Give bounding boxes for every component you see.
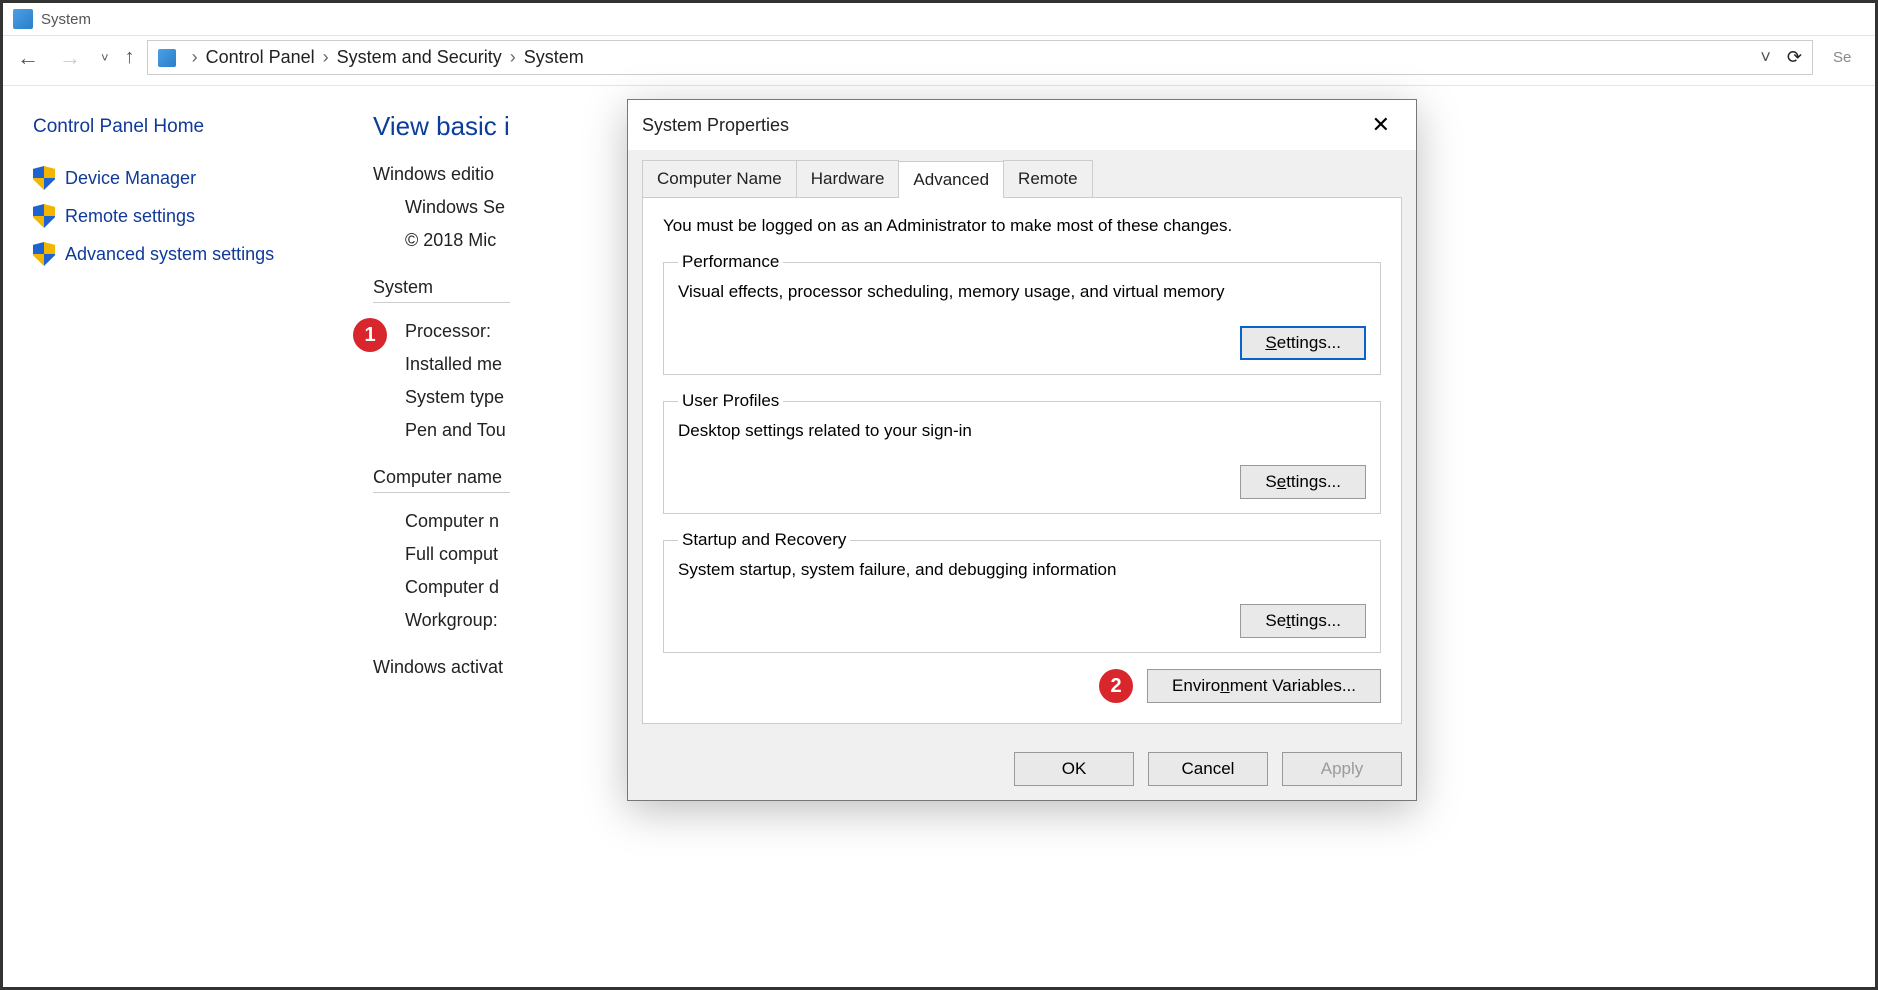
tab-computer-name[interactable]: Computer Name bbox=[642, 160, 797, 197]
dialog-title: System Properties bbox=[642, 115, 789, 136]
shield-icon bbox=[33, 204, 55, 228]
window-title: System bbox=[41, 11, 91, 28]
sidebar-item-device-manager[interactable]: Device Manager bbox=[33, 166, 343, 190]
main-panel: View basic i Windows editio Windows Se ©… bbox=[353, 86, 530, 715]
search-input[interactable]: Se bbox=[1825, 49, 1865, 66]
close-icon[interactable]: ✕ bbox=[1360, 110, 1402, 140]
user-profiles-desc: Desktop settings related to your sign-in bbox=[678, 421, 1366, 441]
refresh-icon[interactable]: ⟳ bbox=[1787, 47, 1802, 68]
dialog-titlebar: System Properties ✕ bbox=[628, 100, 1416, 150]
system-section-heading: System bbox=[373, 277, 510, 303]
shield-icon bbox=[33, 242, 55, 266]
up-arrow-icon[interactable]: ↑ bbox=[125, 46, 135, 69]
copyright-value: © 2018 Mic bbox=[405, 230, 510, 251]
dropdown-chevron-icon[interactable]: ˅ bbox=[1760, 47, 1771, 68]
edition-value: Windows Se bbox=[405, 197, 510, 218]
user-profiles-group: User Profiles Desktop settings related t… bbox=[663, 391, 1381, 514]
breadcrumb-item[interactable]: System and Security bbox=[337, 47, 502, 68]
user-profiles-legend: User Profiles bbox=[678, 391, 783, 411]
sidebar: Control Panel Home Device Manager Remote… bbox=[3, 86, 353, 715]
compname-row: Full comput bbox=[405, 544, 510, 565]
toolbar: ← → ˅ ↑ › Control Panel › System and Sec… bbox=[3, 36, 1875, 86]
performance-legend: Performance bbox=[678, 252, 783, 272]
startup-recovery-legend: Startup and Recovery bbox=[678, 530, 850, 550]
activation-label: Windows activat bbox=[373, 657, 510, 678]
admin-note: You must be logged on as an Administrato… bbox=[663, 216, 1381, 236]
back-arrow-icon[interactable]: ← bbox=[13, 45, 43, 71]
user-profiles-settings-button[interactable]: Settings... bbox=[1240, 465, 1366, 499]
ok-button[interactable]: OK bbox=[1014, 752, 1134, 786]
compname-row: Computer d bbox=[405, 577, 510, 598]
history-chevron-icon[interactable]: ˅ bbox=[97, 50, 113, 65]
page-heading: View basic i bbox=[373, 111, 510, 142]
sidebar-item-label: Device Manager bbox=[65, 168, 196, 189]
sidebar-item-remote-settings[interactable]: Remote settings bbox=[33, 204, 343, 228]
tab-hardware[interactable]: Hardware bbox=[796, 160, 900, 197]
system-icon bbox=[158, 49, 176, 67]
system-row: Installed me bbox=[405, 354, 510, 375]
environment-variables-button[interactable]: Environment Variables... bbox=[1147, 669, 1381, 703]
breadcrumb-item[interactable]: System bbox=[524, 47, 584, 68]
system-row: Pen and Tou bbox=[405, 420, 510, 441]
startup-recovery-settings-button[interactable]: Settings... bbox=[1240, 604, 1366, 638]
annotation-badge-2: 2 bbox=[1099, 669, 1133, 703]
chevron-right-icon: › bbox=[323, 47, 329, 68]
sidebar-item-label: Remote settings bbox=[65, 206, 195, 227]
chevron-right-icon: › bbox=[192, 47, 198, 68]
window-titlebar: System bbox=[3, 3, 1875, 36]
cancel-button[interactable]: Cancel bbox=[1148, 752, 1268, 786]
compname-row: Workgroup: bbox=[405, 610, 510, 631]
tab-remote[interactable]: Remote bbox=[1003, 160, 1093, 197]
system-properties-dialog: System Properties ✕ Computer Name Hardwa… bbox=[627, 99, 1417, 801]
performance-settings-button[interactable]: Settings... bbox=[1240, 326, 1366, 360]
annotation-badge-1: 1 bbox=[353, 318, 387, 352]
system-icon bbox=[13, 9, 33, 29]
dialog-footer: OK Cancel Apply bbox=[628, 738, 1416, 800]
tab-advanced[interactable]: Advanced bbox=[898, 161, 1004, 198]
shield-icon bbox=[33, 166, 55, 190]
startup-recovery-group: Startup and Recovery System startup, sys… bbox=[663, 530, 1381, 653]
compname-row: Computer n bbox=[405, 511, 510, 532]
dialog-tabs: Computer Name Hardware Advanced Remote bbox=[642, 150, 1402, 198]
windows-edition-label: Windows editio bbox=[373, 164, 510, 185]
breadcrumb-item[interactable]: Control Panel bbox=[206, 47, 315, 68]
sidebar-item-label: Advanced system settings bbox=[65, 244, 274, 265]
chevron-right-icon: › bbox=[510, 47, 516, 68]
forward-arrow-icon: → bbox=[55, 45, 85, 71]
tab-panel-advanced: You must be logged on as an Administrato… bbox=[642, 198, 1402, 724]
performance-desc: Visual effects, processor scheduling, me… bbox=[678, 282, 1366, 302]
apply-button[interactable]: Apply bbox=[1282, 752, 1402, 786]
computer-name-section-heading: Computer name bbox=[373, 467, 510, 493]
control-panel-home-link[interactable]: Control Panel Home bbox=[33, 116, 343, 138]
performance-group: Performance Visual effects, processor sc… bbox=[663, 252, 1381, 375]
system-row: Processor: bbox=[405, 321, 510, 342]
startup-recovery-desc: System startup, system failure, and debu… bbox=[678, 560, 1366, 580]
sidebar-item-advanced-system-settings[interactable]: Advanced system settings bbox=[33, 242, 343, 266]
system-row: System type bbox=[405, 387, 510, 408]
breadcrumb[interactable]: › Control Panel › System and Security › … bbox=[147, 40, 1813, 75]
